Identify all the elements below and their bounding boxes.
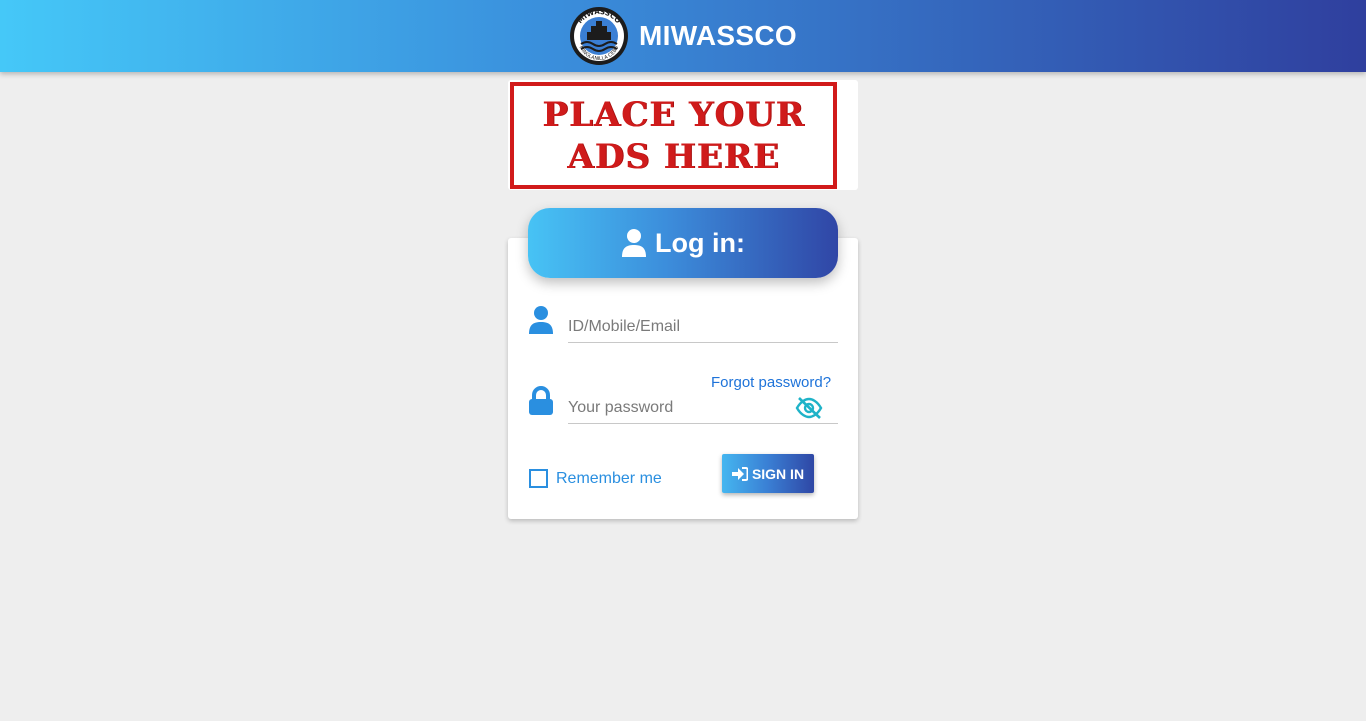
- login-card-header: Log in:: [528, 208, 838, 278]
- brand[interactable]: MIWASSCO MINGLANILLA CEBU MIWASSCO: [569, 6, 797, 66]
- eye-slash-icon[interactable]: [795, 396, 823, 420]
- id-mobile-email-input[interactable]: [568, 317, 838, 343]
- user-icon: [529, 306, 553, 334]
- ad-line-2: ADS HERE: [567, 136, 780, 177]
- remember-me-checkbox[interactable]: [529, 469, 548, 488]
- remember-me[interactable]: Remember me: [529, 469, 662, 488]
- lock-icon: [529, 386, 553, 415]
- sign-in-label: SIGN IN: [751, 465, 805, 482]
- ad-line-1: PLACE YOUR: [542, 94, 805, 135]
- miwassco-logo: MIWASSCO MINGLANILLA CEBU: [570, 7, 629, 65]
- user-icon: [622, 229, 647, 257]
- sign-in-button[interactable]: SIGN IN: [722, 454, 814, 493]
- top-navbar: MIWASSCO MINGLANILLA CEBU MIWASSCO: [0, 0, 1366, 72]
- forgot-password-link[interactable]: Forgot password?: [711, 374, 831, 391]
- sign-in-icon: [731, 466, 748, 481]
- brand-name: MIWASSCO: [639, 20, 797, 51]
- login-title: Log in:: [655, 227, 745, 258]
- ad-stamp-image: PLACE YOUR ADS HERE: [510, 82, 837, 189]
- ad-banner[interactable]: PLACE YOUR ADS HERE: [508, 80, 858, 190]
- remember-me-label: Remember me: [556, 469, 662, 487]
